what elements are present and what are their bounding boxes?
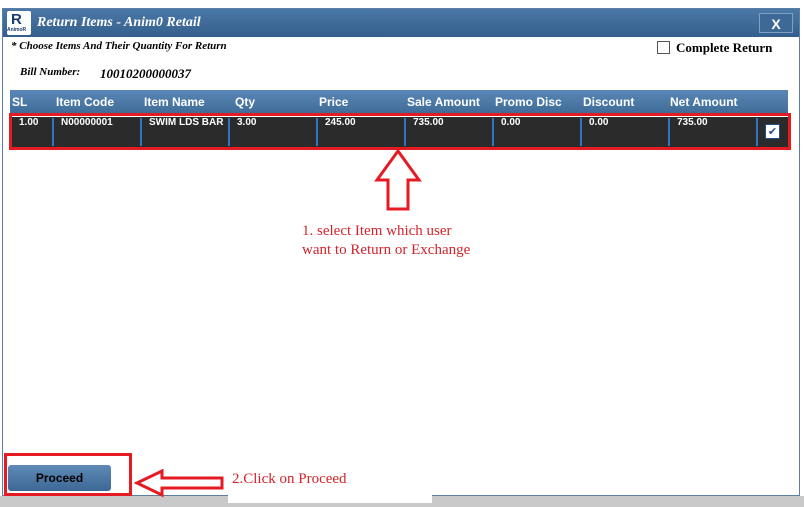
up-arrow-icon — [374, 148, 422, 211]
proceed-highlight-box — [4, 453, 132, 496]
step2-annotation: 2.Click on Proceed — [232, 471, 347, 487]
complete-return-checkbox[interactable] — [657, 41, 670, 54]
app-logo-icon: R AnimoR — [7, 11, 31, 35]
column-header-discount: Discount — [583, 95, 635, 109]
step1-annotation-line2: want to Return or Exchange — [302, 242, 471, 258]
window-title: Return Items - Anim0 Retail — [37, 15, 201, 30]
column-header-item-name: Item Name — [144, 95, 205, 109]
instruction-text: * Choose Items And Their Quantity For Re… — [11, 40, 227, 52]
step1-annotation-line1: 1. select Item which user — [302, 223, 452, 239]
items-table-header: SL Item Code Item Name Qty Price Sale Am… — [10, 90, 788, 114]
column-header-qty: Qty — [235, 95, 256, 109]
title-bar: R AnimoR Return Items - Anim0 Retail X — [3, 9, 799, 37]
bill-number-label: Bill Number: — [20, 66, 81, 78]
column-header-sale-amount: Sale Amount — [407, 95, 480, 109]
column-header-item-code: Item Code — [56, 95, 115, 109]
bill-number-value: 10010200000037 — [100, 66, 191, 81]
column-header-net-amount: Net Amount — [670, 95, 738, 109]
left-arrow-icon — [134, 468, 224, 498]
complete-return-label: Complete Return — [676, 40, 773, 55]
complete-return-toggle[interactable]: Complete Return — [657, 40, 772, 56]
step1-annotation: 1. select Item which user want to Return… — [302, 222, 470, 260]
column-header-price: Price — [319, 95, 349, 109]
column-header-promo-disc: Promo Disc — [495, 95, 562, 109]
column-header-sl: SL — [12, 95, 28, 109]
row-highlight-box — [9, 113, 791, 150]
close-button[interactable]: X — [759, 13, 793, 33]
